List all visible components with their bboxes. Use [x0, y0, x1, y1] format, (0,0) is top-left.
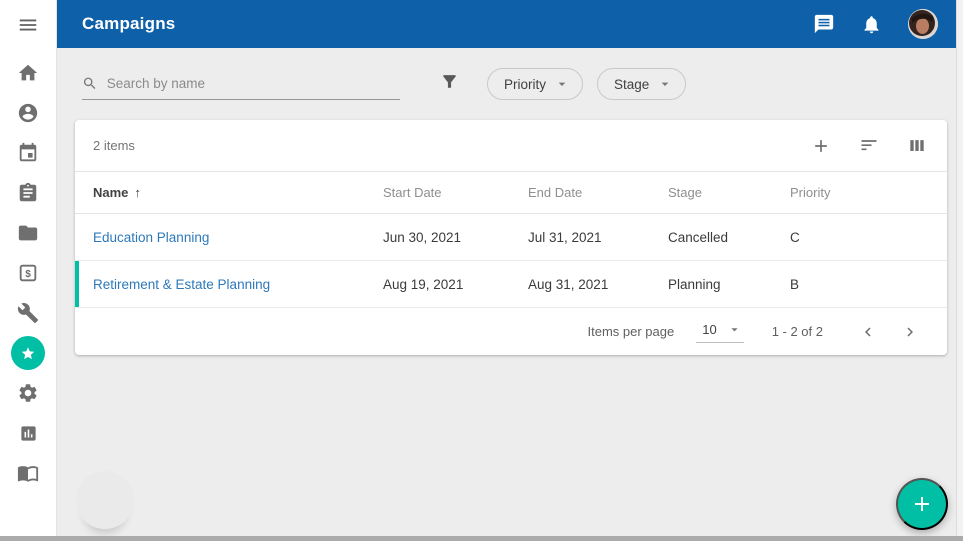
cell-start-date: Aug 19, 2021: [383, 277, 528, 292]
columns-icon[interactable]: [907, 136, 927, 156]
sidebar-item-tasks[interactable]: [8, 173, 48, 213]
table-row[interactable]: Retirement & Estate Planning Aug 19, 202…: [75, 261, 947, 308]
sidebar-item-library[interactable]: [8, 453, 48, 493]
pagination-bar: Items per page 10 1 - 2 of 2: [75, 308, 947, 355]
filter-funnel-icon[interactable]: [440, 72, 459, 96]
sidebar-item-billing[interactable]: $: [8, 253, 48, 293]
sidebar-item-campaigns-active[interactable]: [11, 336, 45, 370]
create-campaign-fab[interactable]: [896, 478, 948, 530]
sidebar-item-tools[interactable]: [8, 293, 48, 333]
home-icon: [17, 62, 39, 84]
stage-chip-label: Stage: [614, 77, 649, 92]
vertical-scrollbar[interactable]: [956, 0, 963, 536]
clipboard-icon: [17, 182, 39, 204]
chevron-down-icon: [554, 76, 570, 92]
pagination-range: 1 - 2 of 2: [772, 324, 823, 339]
sidebar-item-calendar[interactable]: [8, 133, 48, 173]
account-icon: [17, 102, 39, 124]
dollar-icon: $: [17, 262, 39, 284]
table-header-row: Name ↑ Start Date End Date Stage Priorit…: [75, 172, 947, 214]
stage-filter-chip[interactable]: Stage: [597, 68, 686, 100]
cell-stage: Cancelled: [668, 230, 790, 245]
ghost-fab-placeholder: [76, 471, 134, 529]
chevron-down-icon: [657, 76, 673, 92]
search-icon: [82, 75, 98, 92]
filter-row: Priority Stage: [57, 48, 956, 100]
notifications-bell-icon[interactable]: [861, 14, 882, 35]
chat-icon[interactable]: [813, 13, 835, 35]
cell-stage: Planning: [668, 277, 790, 292]
gear-icon: [17, 382, 39, 404]
page-title: Campaigns: [82, 14, 175, 34]
left-sidebar: $: [0, 0, 57, 536]
column-header-stage[interactable]: Stage: [668, 185, 790, 200]
search-input[interactable]: [107, 76, 400, 91]
campaign-link[interactable]: Retirement & Estate Planning: [93, 277, 270, 292]
wrench-icon: [17, 302, 39, 324]
column-header-start-date[interactable]: Start Date: [383, 185, 528, 200]
column-header-name[interactable]: Name ↑: [75, 185, 383, 200]
items-per-page-select[interactable]: 10: [696, 320, 743, 343]
next-page-button[interactable]: [895, 317, 925, 347]
sidebar-item-home[interactable]: [8, 53, 48, 93]
cell-priority: B: [790, 277, 947, 292]
column-header-priority[interactable]: Priority: [790, 185, 947, 200]
main-content: Priority Stage 2 items: [57, 48, 956, 536]
window-bottom-edge: [0, 536, 963, 541]
sidebar-item-reports[interactable]: [8, 413, 48, 453]
sidebar-item-settings[interactable]: [8, 373, 48, 413]
previous-page-button[interactable]: [853, 317, 883, 347]
table-row[interactable]: Education Planning Jun 30, 2021 Jul 31, …: [75, 214, 947, 261]
sort-icon[interactable]: [859, 136, 879, 156]
search-field[interactable]: [82, 75, 400, 100]
plus-icon: [910, 492, 934, 516]
cell-end-date: Jul 31, 2021: [528, 230, 668, 245]
book-icon: [17, 462, 39, 484]
folder-icon: [17, 222, 39, 244]
sidebar-item-contacts[interactable]: [8, 93, 48, 133]
star-icon: [18, 343, 38, 363]
priority-chip-label: Priority: [504, 77, 546, 92]
items-per-page-label: Items per page: [588, 324, 675, 339]
calendar-icon: [17, 142, 39, 164]
svg-text:$: $: [25, 269, 31, 280]
priority-filter-chip[interactable]: Priority: [487, 68, 583, 100]
campaign-link[interactable]: Education Planning: [93, 230, 209, 245]
app-header: Campaigns: [57, 0, 956, 48]
chart-icon: [19, 424, 38, 443]
table-toolbar: 2 items: [75, 120, 947, 172]
cell-start-date: Jun 30, 2021: [383, 230, 528, 245]
user-avatar[interactable]: [908, 9, 938, 39]
items-count: 2 items: [93, 138, 135, 153]
menu-icon[interactable]: [17, 14, 39, 41]
add-icon[interactable]: [811, 136, 831, 156]
cell-priority: C: [790, 230, 947, 245]
cell-end-date: Aug 31, 2021: [528, 277, 668, 292]
sidebar-item-files[interactable]: [8, 213, 48, 253]
campaigns-table-card: 2 items Name ↑ Start Date End Date Stage: [75, 120, 947, 355]
column-header-end-date[interactable]: End Date: [528, 185, 668, 200]
chevron-down-icon: [727, 322, 742, 337]
sort-ascending-arrow: ↑: [134, 185, 141, 200]
